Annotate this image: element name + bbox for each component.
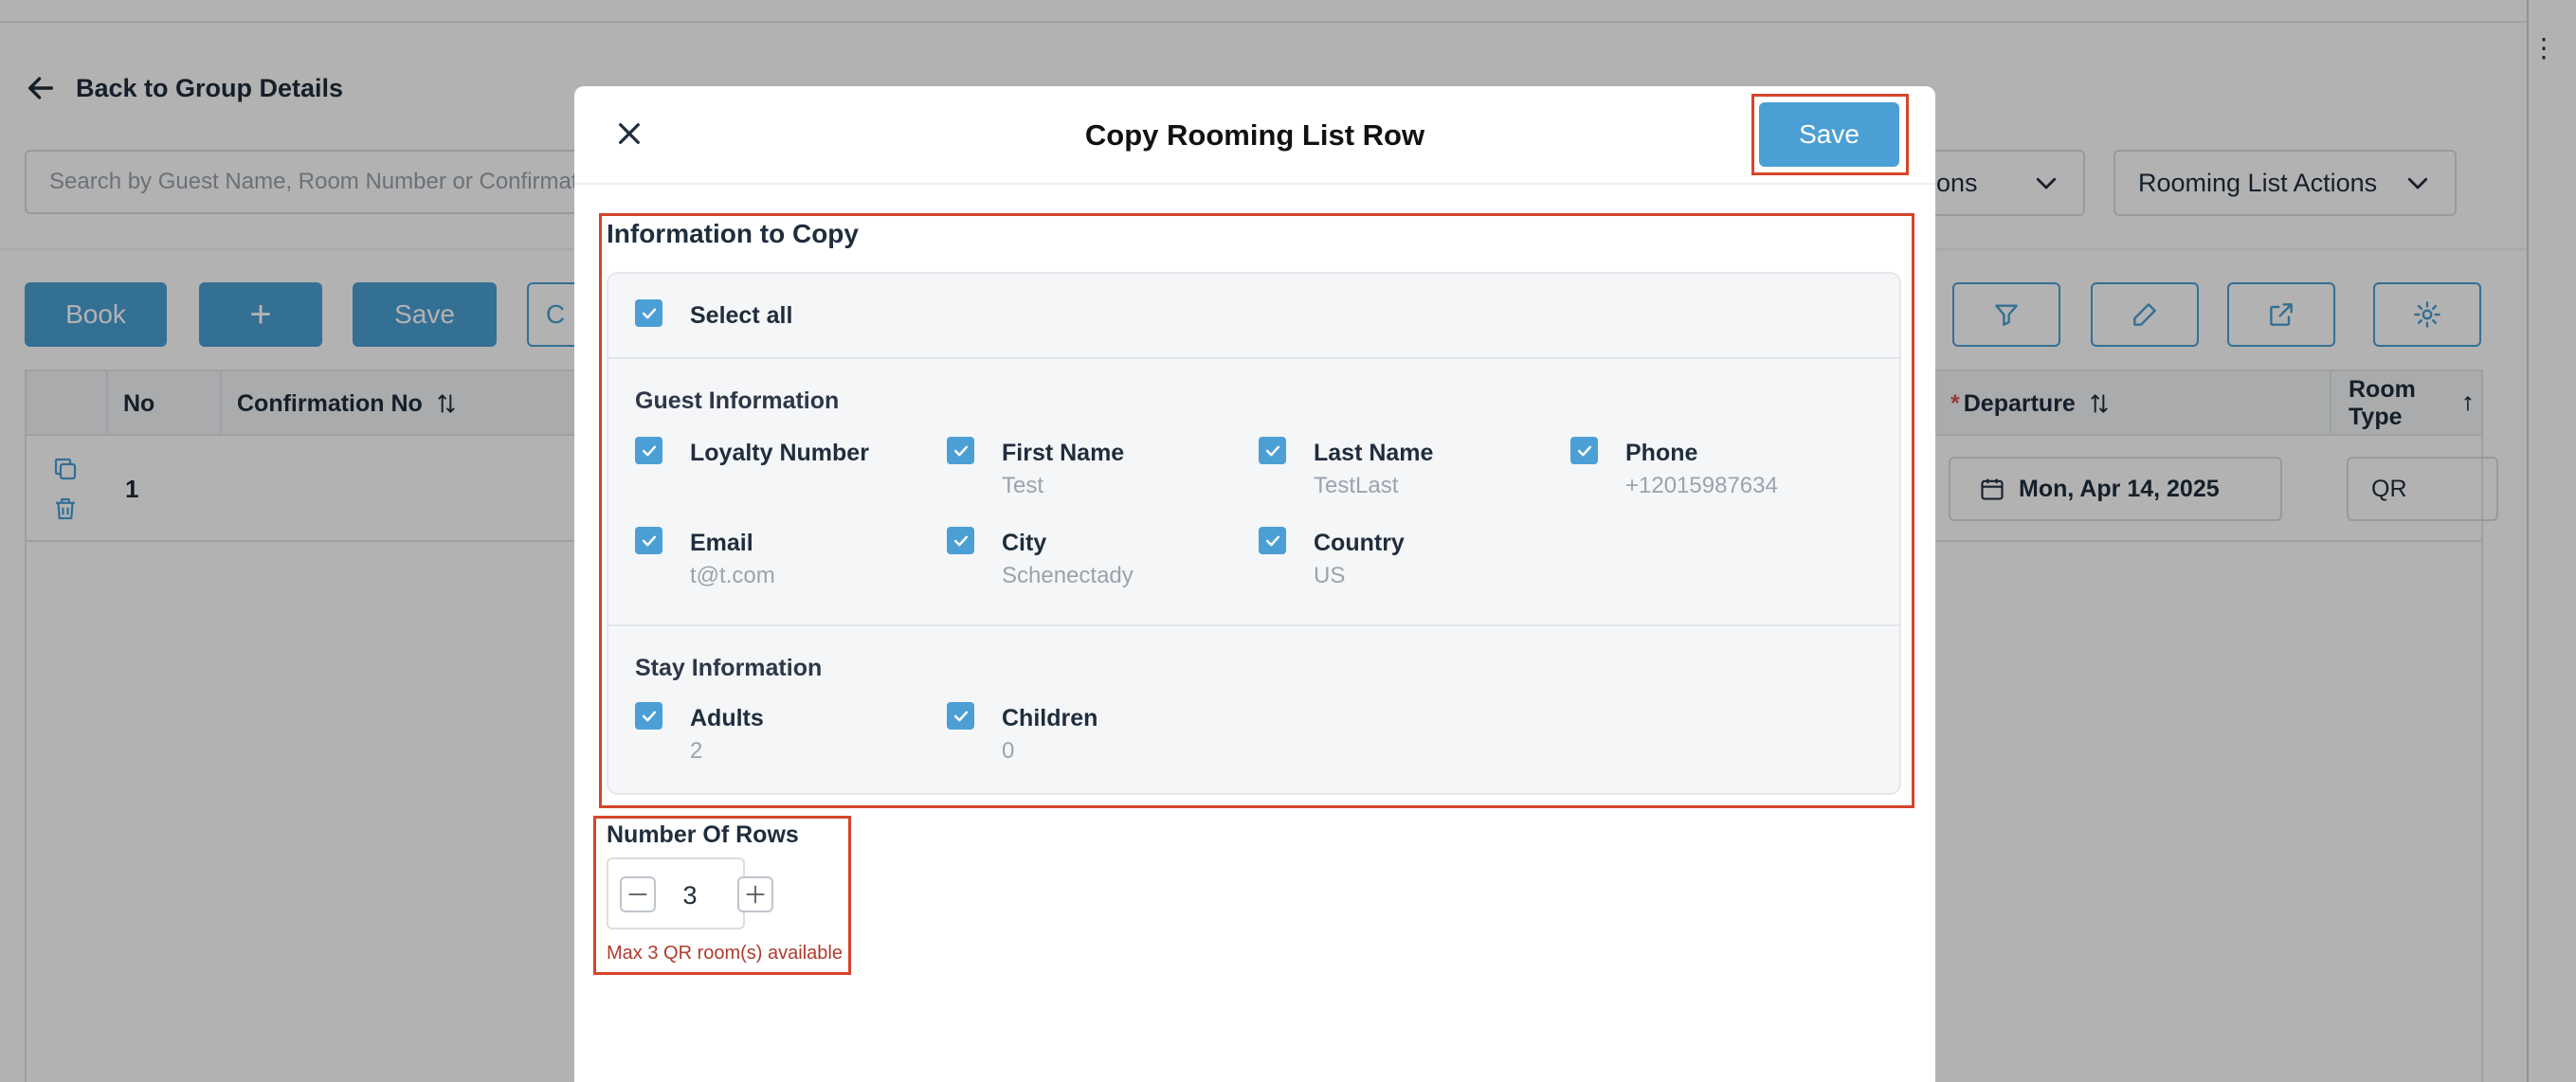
close-icon: [619, 123, 640, 144]
copy-rooming-list-row-dialog: Copy Rooming List Row Save Information t…: [574, 86, 1935, 1082]
information-highlight-box: [599, 213, 1914, 808]
modal-title: Copy Rooming List Row: [1084, 118, 1425, 152]
close-button[interactable]: [608, 113, 650, 154]
modal-header: Copy Rooming List Row Save: [574, 86, 1935, 185]
save-highlight-box: [1751, 94, 1909, 175]
rows-highlight-box: [593, 816, 851, 975]
